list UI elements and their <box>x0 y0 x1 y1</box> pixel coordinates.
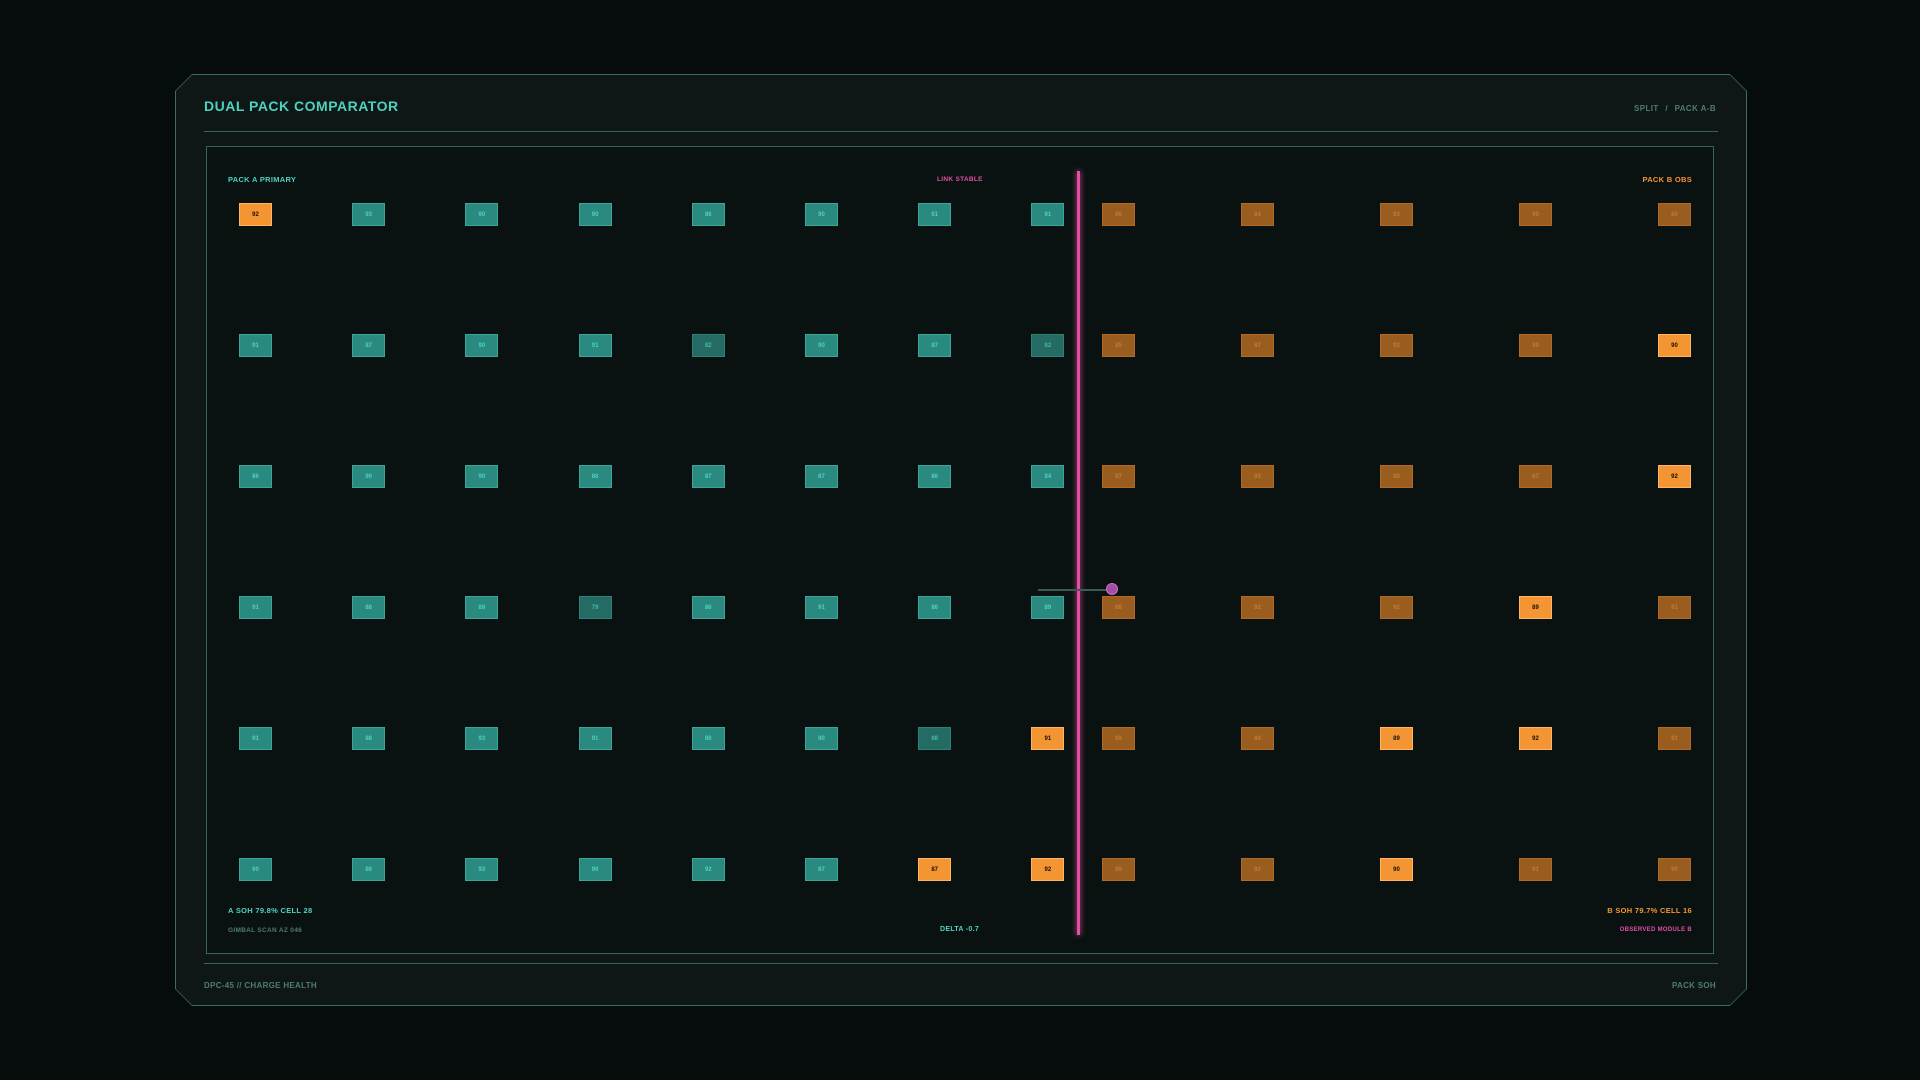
pack_b-cell[interactable]: 92 <box>1241 858 1274 881</box>
pack_a-cell[interactable]: 93 <box>352 203 386 226</box>
pack_b-cell[interactable]: 92 <box>1658 465 1691 488</box>
pack-b-label: PACK B OBS <box>1642 175 1692 184</box>
pack_b-cell[interactable]: 87 <box>1241 334 1274 357</box>
pack_a-cell[interactable]: 87 <box>918 334 952 357</box>
comparator-panel <box>206 146 1714 954</box>
link-status: LINK STABLE <box>937 176 983 183</box>
pack_a-cell[interactable]: 89 <box>465 596 499 619</box>
pack_b-cell[interactable]: 89 <box>1519 596 1552 619</box>
pack_a-cell[interactable]: 88 <box>352 596 386 619</box>
pack_b-cell[interactable]: 87 <box>1519 465 1552 488</box>
pack_b-cell[interactable]: 84 <box>1241 727 1274 750</box>
pack_a-cell[interactable]: 86 <box>918 465 952 488</box>
pack_b-cell[interactable]: 88 <box>1102 596 1135 619</box>
pack_a-cell[interactable]: 86 <box>691 596 725 619</box>
pack-split-divider[interactable] <box>1077 171 1080 935</box>
pack_a-cell[interactable]: 86 <box>578 465 612 488</box>
pack_b-cell[interactable]: 92 <box>1241 596 1274 619</box>
pack_a-cell[interactable]: 87 <box>352 334 386 357</box>
pack_a-cell[interactable]: 90 <box>805 334 838 357</box>
pack_b-cell[interactable]: 92 <box>1519 727 1552 750</box>
app-title: DUAL PACK COMPARATOR <box>204 98 399 114</box>
pack_b-cell[interactable]: 91 <box>1658 727 1691 750</box>
breadcrumb-separator: / <box>1665 104 1668 113</box>
pack_b-cell[interactable]: 90 <box>1658 203 1691 226</box>
pack_a-cell[interactable]: 86 <box>691 727 725 750</box>
pack_b-cell[interactable]: 89 <box>1380 727 1413 750</box>
pack_b-cell[interactable]: 90 <box>1658 334 1691 357</box>
pack_a-cell[interactable]: 91 <box>918 203 952 226</box>
pack_a-cell[interactable]: 92 <box>691 858 725 881</box>
footer-device-id: DPC-45 // CHARGE HEALTH <box>204 981 317 990</box>
pack-a-summary: A SOH 79.8% CELL 28 <box>228 906 313 915</box>
pack_a-cell[interactable]: 86 <box>239 465 272 488</box>
pack_a-cell[interactable]: 88 <box>352 727 386 750</box>
pack_a-cell[interactable]: 90 <box>578 203 612 226</box>
pack_a-cell[interactable]: 91 <box>578 334 612 357</box>
view-mode-breadcrumb: SPLIT / PACK A-B <box>1634 104 1716 113</box>
pack_a-cell[interactable]: 90 <box>239 858 272 881</box>
pack_b-cell[interactable]: 84 <box>1241 203 1274 226</box>
pack-a-label: PACK A PRIMARY <box>228 175 297 184</box>
pack_a-cell[interactable]: 93 <box>465 727 499 750</box>
pack_b-cell[interactable]: 93 <box>1380 203 1413 226</box>
pack_a-cell[interactable]: 93 <box>465 858 499 881</box>
pack_a-cell[interactable]: 90 <box>805 727 838 750</box>
pack_a-cell[interactable]: 90 <box>465 203 499 226</box>
pack_a-cell[interactable]: 86 <box>918 596 952 619</box>
pack_b-cell[interactable]: 85 <box>1102 334 1135 357</box>
pack_a-cell[interactable]: 87 <box>691 465 725 488</box>
gimbal-marker[interactable] <box>1106 583 1118 595</box>
footer-metric: PACK SOH <box>1671 981 1716 990</box>
pack_a-cell[interactable]: 82 <box>691 334 725 357</box>
pack_a-cell[interactable]: 88 <box>918 727 952 750</box>
pack_a-cell[interactable]: 91 <box>239 596 272 619</box>
pack_b-cell[interactable]: 91 <box>1658 596 1691 619</box>
pack_a-cell[interactable]: 86 <box>691 203 725 226</box>
pack_b-cell[interactable]: 89 <box>1519 334 1552 357</box>
pack_a-cell[interactable]: 90 <box>465 334 499 357</box>
pack_b-cell[interactable]: 90 <box>1519 203 1552 226</box>
pack-pair-label[interactable]: PACK A-B <box>1675 104 1716 113</box>
pack_b-cell[interactable]: 90 <box>1102 203 1135 226</box>
gimbal-scan-line <box>1038 589 1113 591</box>
pack_a-cell[interactable]: 91 <box>239 334 272 357</box>
header-divider <box>204 131 1718 132</box>
pack_b-cell[interactable]: 89 <box>1380 465 1413 488</box>
pack_a-cell[interactable]: 91 <box>239 727 272 750</box>
mode-label[interactable]: SPLIT <box>1634 104 1659 113</box>
pack_a-cell[interactable]: 82 <box>1031 334 1065 357</box>
pack_a-cell[interactable]: 90 <box>465 465 499 488</box>
pack_a-cell[interactable]: 90 <box>352 465 386 488</box>
pack_b-cell[interactable]: 89 <box>1102 858 1135 881</box>
pack_a-cell[interactable]: 91 <box>1031 203 1065 226</box>
pack_a-cell[interactable]: 89 <box>1031 596 1065 619</box>
pack_b-cell[interactable]: 92 <box>1380 596 1413 619</box>
pack_a-cell[interactable]: 91 <box>1031 727 1065 750</box>
pack_b-cell[interactable]: 90 <box>1380 858 1413 881</box>
pack_a-cell[interactable]: 92 <box>239 203 272 226</box>
pack_a-cell[interactable]: 87 <box>918 858 952 881</box>
pack_b-cell[interactable]: 92 <box>1380 334 1413 357</box>
pack_b-cell[interactable]: 89 <box>1102 727 1135 750</box>
pack_a-cell[interactable]: 91 <box>578 727 612 750</box>
pack_a-cell[interactable]: 87 <box>805 465 838 488</box>
pack_a-cell[interactable]: 79 <box>578 596 612 619</box>
pack_a-cell[interactable]: 91 <box>805 596 838 619</box>
pack_a-cell[interactable]: 84 <box>1031 465 1065 488</box>
observed-module: OBSERVED MODULE B <box>1619 927 1692 933</box>
pack_a-cell[interactable]: 92 <box>1031 858 1065 881</box>
pack_a-cell[interactable]: 90 <box>805 203 838 226</box>
pack-b-summary: B SOH 79.7% CELL 16 <box>1607 906 1692 915</box>
pack_a-cell[interactable]: 90 <box>578 858 612 881</box>
pack_a-cell[interactable]: 86 <box>352 858 386 881</box>
pack_b-cell[interactable]: 93 <box>1241 465 1274 488</box>
pack_b-cell[interactable]: 91 <box>1519 858 1552 881</box>
delta-readout: DELTA -0.7 <box>940 926 980 933</box>
pack_b-cell[interactable]: 87 <box>1102 465 1135 488</box>
footer-divider <box>204 963 1718 964</box>
pack_a-cell[interactable]: 87 <box>805 858 838 881</box>
gimbal-readout: GIMBAL SCAN AZ 046 <box>228 927 303 934</box>
pack_b-cell[interactable]: 90 <box>1658 858 1691 881</box>
